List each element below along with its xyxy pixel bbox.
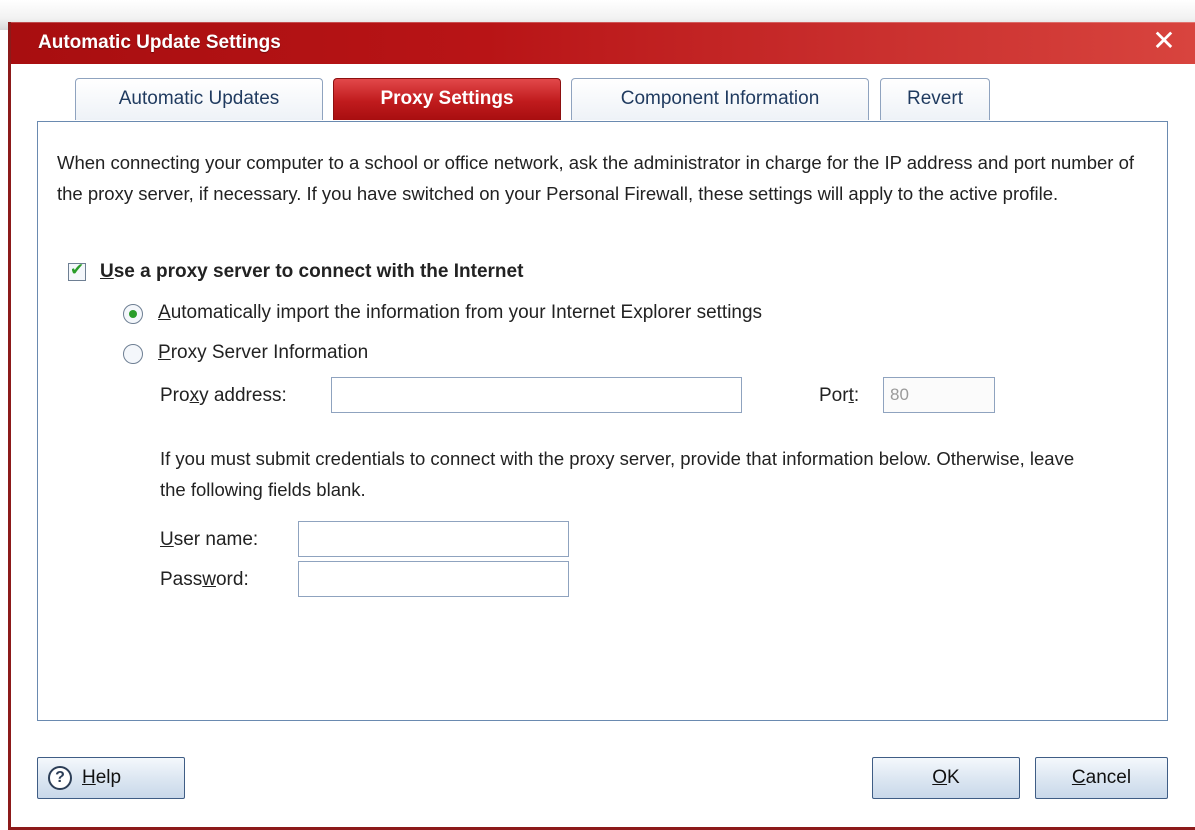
use-proxy-checkbox[interactable]: ✔ <box>68 260 86 281</box>
password-input[interactable] <box>298 561 569 597</box>
ok-button[interactable]: OK <box>872 757 1020 799</box>
tab-automatic-updates[interactable]: Automatic Updates <box>75 78 323 120</box>
checkmark-icon: ✔ <box>70 260 85 279</box>
proxy-server-info-label[interactable]: Proxy Server Information <box>158 342 368 364</box>
proxy-settings-panel: When connecting your computer to a schoo… <box>37 121 1168 721</box>
proxy-address-input[interactable] <box>331 377 742 413</box>
tab-revert[interactable]: Revert <box>880 78 990 120</box>
help-button-label: Help <box>82 767 122 788</box>
automatic-update-settings-dialog: Automatic Update Settings ✕ Automatic Up… <box>8 22 1195 830</box>
username-input[interactable] <box>298 521 569 557</box>
credentials-note: If you must submit credentials to connec… <box>160 448 1075 500</box>
tab-proxy-settings[interactable]: Proxy Settings <box>333 78 561 120</box>
auto-import-label[interactable]: Automatically import the information fro… <box>158 302 762 324</box>
tab-component-information[interactable]: Component Information <box>571 78 869 120</box>
close-icon[interactable]: ✕ <box>1149 24 1179 58</box>
password-label: Password: <box>160 569 249 590</box>
port-label: Port: <box>819 385 860 406</box>
username-label: User name: <box>160 529 259 550</box>
proxy-address-label: Proxy address: <box>160 385 287 406</box>
auto-import-radio[interactable] <box>123 304 143 324</box>
help-icon: ? <box>48 766 72 790</box>
title-bar[interactable]: Automatic Update Settings ✕ <box>11 22 1195 64</box>
cancel-button[interactable]: Cancel <box>1035 757 1168 799</box>
window-title: Automatic Update Settings <box>38 32 281 53</box>
proxy-server-info-radio[interactable] <box>123 344 143 364</box>
port-input[interactable] <box>883 377 995 413</box>
use-proxy-label[interactable]: Use a proxy server to connect with the I… <box>100 261 523 283</box>
radio-selected-dot <box>129 310 137 318</box>
help-button[interactable]: ? Help <box>37 757 185 799</box>
intro-text: When connecting your computer to a schoo… <box>57 152 1135 204</box>
